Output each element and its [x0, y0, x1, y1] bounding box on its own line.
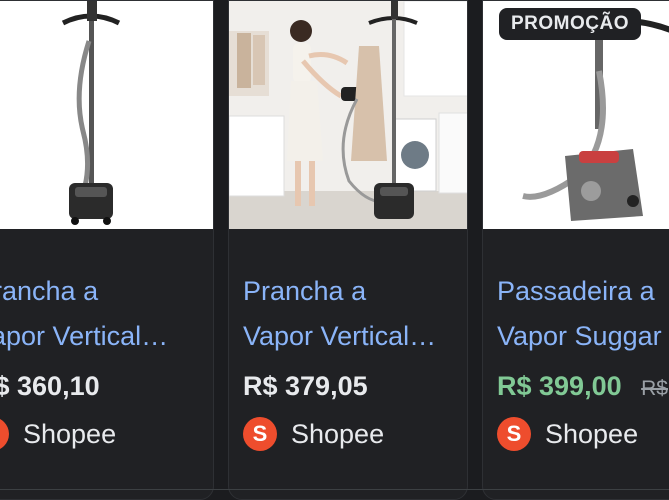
- product-image[interactable]: [0, 1, 213, 229]
- product-title-line2: Vapor Suggar: [497, 321, 662, 351]
- shopee-logo-icon: S: [497, 417, 531, 451]
- price-row: R$ 360,10: [0, 371, 213, 402]
- product-title-link[interactable]: Prancha a Vapor Vertical…: [0, 269, 205, 359]
- seller-row: S Shopee: [0, 417, 213, 451]
- product-title-line2: Vapor Vertical…: [243, 321, 437, 351]
- shopee-logo-icon: S: [243, 417, 277, 451]
- product-price: R$ 379,05: [243, 371, 368, 401]
- product-title-line1: Prancha a: [243, 276, 367, 306]
- product-carousel: Prancha a Vapor Vertical… R$ 360,10 S Sh…: [0, 0, 669, 500]
- garment-steamer-image: [0, 1, 213, 229]
- original-price: R$: [641, 377, 668, 400]
- seller-row: S Shopee: [497, 417, 669, 451]
- product-title-line1: Prancha a: [0, 276, 99, 306]
- garment-steamer-lifestyle-image: [229, 1, 467, 229]
- sale-price: R$ 399,00: [497, 371, 622, 401]
- product-title-line1: Passadeira a: [497, 276, 655, 306]
- product-card[interactable]: Prancha a Vapor Vertical… R$ 360,10 S Sh…: [0, 0, 214, 500]
- seller-row: S Shopee: [243, 417, 467, 451]
- promo-badge: PROMOÇÃO: [499, 8, 641, 40]
- shopee-logo-icon: S: [0, 417, 9, 451]
- seller-name: Shopee: [291, 418, 385, 449]
- price-row: R$ 399,00 R$: [497, 371, 669, 402]
- product-card[interactable]: Prancha a Vapor Vertical… R$ 379,05 S Sh…: [228, 0, 468, 500]
- seller-name: Shopee: [545, 418, 639, 449]
- product-image[interactable]: [229, 1, 467, 229]
- seller-name: Shopee: [23, 418, 117, 449]
- product-title-line2: Vapor Vertical…: [0, 321, 169, 351]
- divider: [0, 489, 669, 500]
- product-title-link[interactable]: Prancha a Vapor Vertical…: [243, 269, 459, 359]
- price-row: R$ 379,05: [243, 371, 467, 402]
- product-image[interactable]: PROMOÇÃO: [483, 1, 669, 229]
- product-card[interactable]: PROMOÇÃO Passadeira a Vapor Suggar R$ 39…: [482, 0, 669, 500]
- product-title-link[interactable]: Passadeira a Vapor Suggar: [497, 269, 669, 359]
- product-price: R$ 360,10: [0, 371, 100, 401]
